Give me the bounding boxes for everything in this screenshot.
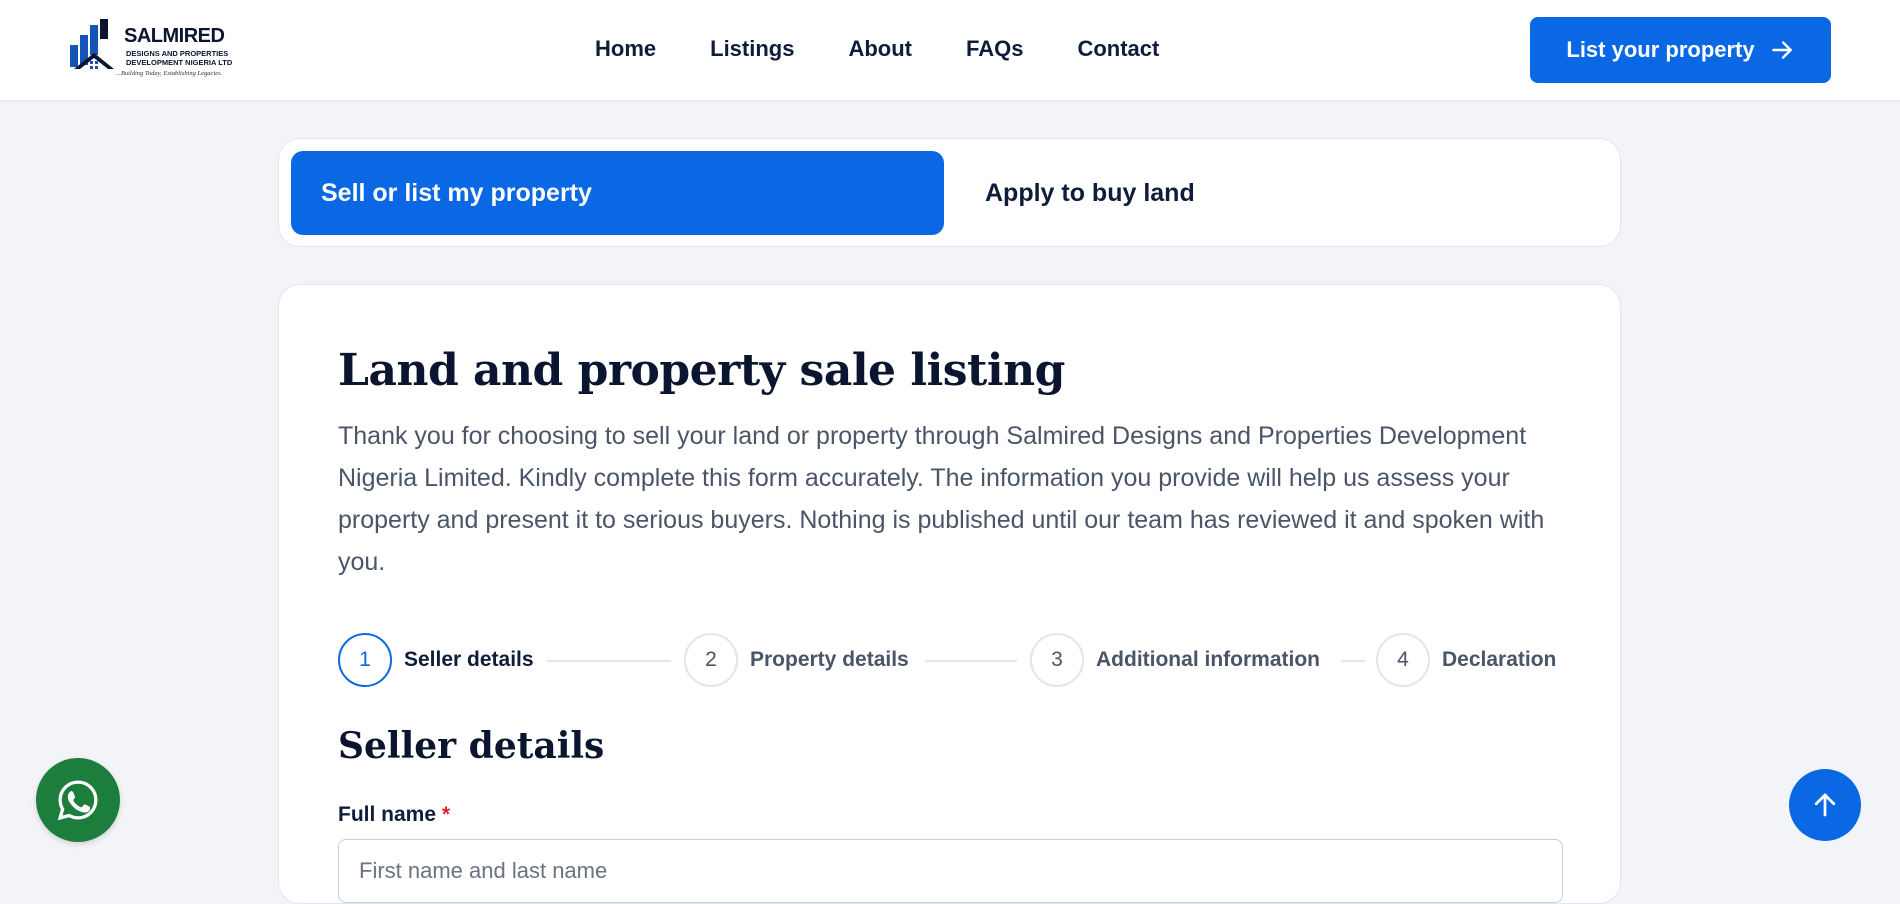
intro-text: Thank you for choosing to sell your land… [338,422,1545,576]
whatsapp-icon [57,780,98,821]
list-property-label: List your property [1566,37,1755,62]
full-name-label-text: Full name [338,803,437,826]
nav-faqs[interactable]: FAQs [966,36,1023,62]
step-4-circle[interactable]: 4 [1376,633,1430,687]
required-asterisk: * [441,803,451,826]
logo-brand: SALMIRED [124,25,225,47]
step-1-circle[interactable]: 1 [338,633,392,687]
full-name-input[interactable] [338,839,1563,903]
nav-listings[interactable]: Listings [710,36,794,62]
tab-buy-land[interactable]: Apply to buy land [985,151,1195,235]
step-3-circle[interactable]: 3 [1030,633,1084,687]
step-1-label: Seller details [404,648,534,671]
logo-subtitle-1: DESIGNS AND PROPERTIES [126,49,229,58]
tab-sell-property[interactable]: Sell or list my property [291,151,944,235]
logo-subtitle-2: DEVELOPMENT NIGERIA LTD [126,58,233,67]
logo-tagline: ...Building Today, Establishing Legacies… [116,70,223,77]
logo-mark-icon [70,19,114,69]
site-header: SALMIRED DESIGNS AND PROPERTIES DEVELOPM… [0,0,1900,100]
listing-form-card: Land and property sale listing Thank you… [278,284,1621,904]
page-title: Land and property sale listing [338,345,1065,396]
back-to-top-button[interactable] [1789,769,1861,841]
step-3-label: Additional information [1096,648,1320,671]
step-connector [547,660,671,662]
list-property-button[interactable]: List your property [1530,17,1831,83]
form-stepper: 1 Seller details 2 Property details 3 Ad… [338,633,1563,689]
full-name-label: Full name * [338,803,450,827]
nav-contact[interactable]: Contact [1077,36,1159,62]
form-type-tabs: Sell or list my property Apply to buy la… [278,138,1621,247]
section-title: Seller details [338,725,605,767]
step-2-circle[interactable]: 2 [684,633,738,687]
nav-about[interactable]: About [848,36,912,62]
step-connector [1341,660,1365,662]
arrow-up-icon [1814,793,1836,817]
whatsapp-button[interactable] [36,758,120,842]
main-nav: Home Listings About FAQs Contact [595,36,1213,62]
step-connector [925,660,1017,662]
step-2-label: Property details [750,648,909,671]
arrow-right-icon [1771,41,1792,59]
step-4-label: Declaration [1442,648,1557,671]
nav-home[interactable]: Home [595,36,656,62]
company-logo[interactable]: SALMIRED DESIGNS AND PROPERTIES DEVELOPM… [68,17,238,83]
